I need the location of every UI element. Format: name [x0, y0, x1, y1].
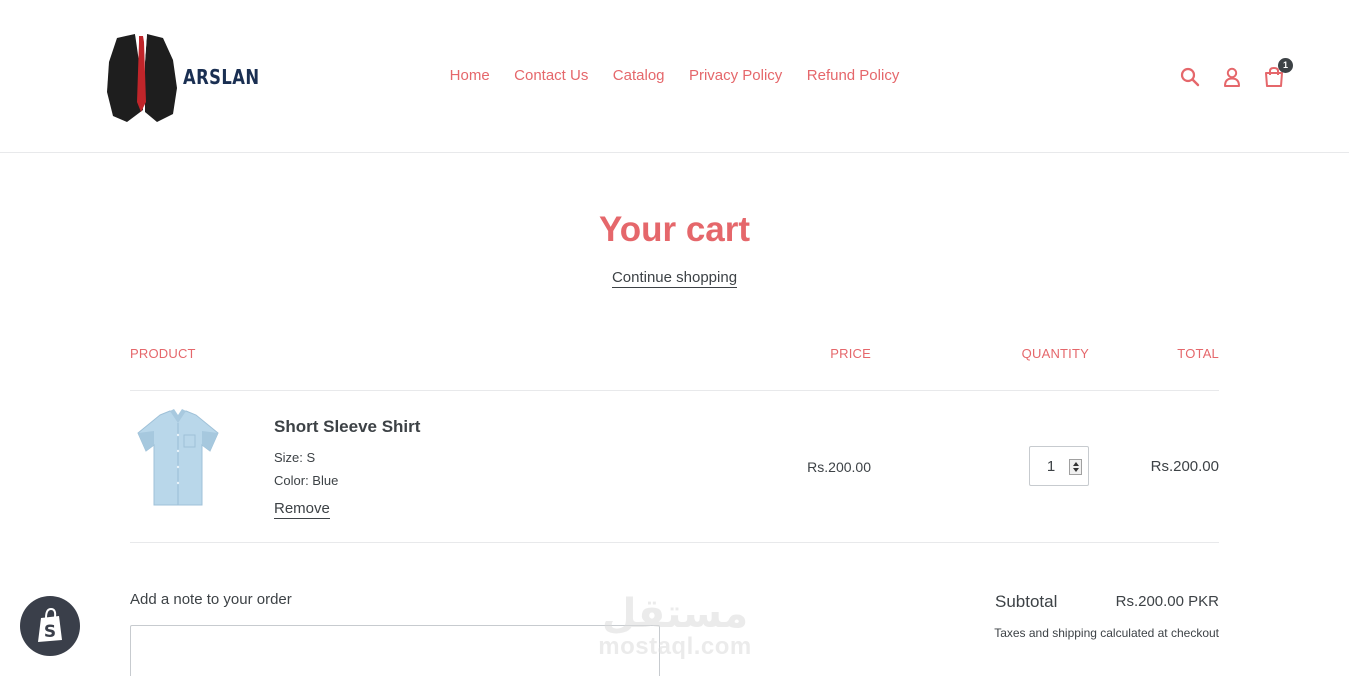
- product-color: Color: Blue: [274, 473, 339, 488]
- search-icon[interactable]: [1179, 66, 1201, 88]
- watermark-arabic: مستقل: [602, 591, 748, 635]
- user-icon[interactable]: [1221, 66, 1243, 88]
- nav-refund-policy[interactable]: Refund Policy: [807, 67, 900, 84]
- svg-text:S: S: [44, 622, 56, 642]
- product-title[interactable]: Short Sleeve Shirt: [274, 417, 420, 437]
- continue-shopping-link[interactable]: Continue shopping: [611, 269, 738, 288]
- table-divider-bottom: [130, 542, 1219, 543]
- nav-catalog[interactable]: Catalog: [613, 67, 665, 84]
- item-price: Rs.200.00: [807, 459, 871, 475]
- shirt-image: [137, 409, 219, 506]
- site-header: ARSLAN Home Contact Us Catalog Privacy P…: [0, 0, 1349, 153]
- main-nav: Home Contact Us Catalog Privacy Policy R…: [0, 67, 1349, 85]
- product-image[interactable]: [130, 405, 226, 513]
- column-header-price: Price: [830, 346, 871, 361]
- nav-privacy-policy[interactable]: Privacy Policy: [689, 67, 782, 84]
- column-header-total: Total: [1177, 346, 1219, 361]
- product-size: Size: S: [274, 450, 316, 465]
- column-header-product: Product: [130, 346, 196, 361]
- order-note-textarea[interactable]: [130, 625, 660, 676]
- spinner-down-icon[interactable]: [1073, 468, 1079, 472]
- page-title: Your cart: [598, 210, 751, 249]
- quantity-stepper[interactable]: 1: [1029, 446, 1089, 486]
- watermark-latin: mostaql.com: [598, 633, 752, 660]
- shopify-bag-icon: S: [38, 607, 62, 642]
- item-total: Rs.200.00: [1150, 458, 1219, 475]
- header-icons: 1: [1179, 58, 1293, 88]
- subtotal-value: Rs.200.00 PKR: [1115, 593, 1219, 610]
- nav-contact-us[interactable]: Contact Us: [514, 67, 588, 84]
- watermark-logo-icon: مستقل: [602, 591, 748, 637]
- quantity-spinner[interactable]: [1069, 459, 1082, 475]
- nav-home[interactable]: Home: [450, 67, 490, 84]
- spinner-up-icon[interactable]: [1073, 462, 1079, 466]
- tax-shipping-note: Taxes and shipping calculated at checkou…: [994, 626, 1219, 640]
- cart-icon[interactable]: 1: [1263, 58, 1293, 88]
- watermark: مستقل mostaql.com: [592, 585, 758, 665]
- cart-count-badge: 1: [1278, 58, 1293, 73]
- table-divider-top: [130, 390, 1219, 391]
- remove-button[interactable]: Remove: [274, 500, 330, 519]
- subtotal-label: Subtotal: [995, 592, 1058, 611]
- quantity-input[interactable]: 1: [1030, 458, 1072, 475]
- column-header-quantity: Quantity: [1021, 346, 1089, 361]
- order-note-label: Add a note to your order: [130, 591, 292, 608]
- shopify-badge[interactable]: S: [20, 596, 80, 656]
